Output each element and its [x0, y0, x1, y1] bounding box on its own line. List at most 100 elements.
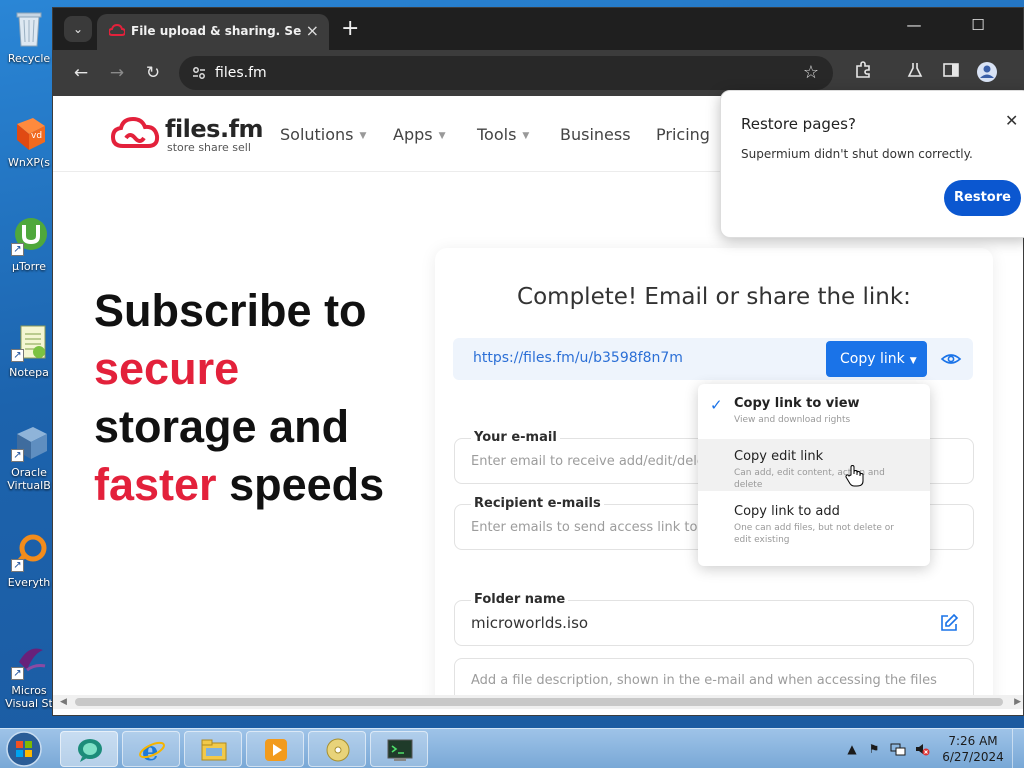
reload-icon[interactable]: ↻ [141, 61, 165, 85]
eye-icon[interactable] [939, 347, 963, 371]
shortcut-arrow-icon: ↗ [11, 449, 24, 462]
tab-strip: ⌄ File upload & sharing. Send la × + — ☐ [53, 8, 1023, 50]
share-card-heading: Complete! Email or share the link: [517, 284, 911, 310]
hero-line: Subscribe to [94, 285, 367, 336]
desktop-icon-label: Micros Visual St [5, 684, 53, 710]
folder-name-field[interactable]: Folder name microworlds.iso [454, 592, 974, 646]
taskbar-clock[interactable]: 7:26 AM 6/27/2024 [938, 733, 1008, 765]
nav-solutions[interactable]: Solutions ▼ [280, 125, 366, 144]
hero-word-accent: faster [94, 459, 217, 510]
maximize-button[interactable]: ☐ [963, 16, 993, 34]
labs-flask-icon[interactable] [903, 61, 927, 85]
desktop-icon-utorrent[interactable]: ↗ µTorre [0, 216, 58, 273]
restore-message: Supermium didn't shut down correctly. [741, 147, 973, 161]
windows-logo-icon [6, 731, 42, 767]
desktop-icon-recycle-bin[interactable]: Recycle [0, 8, 58, 65]
volume-muted-icon[interactable] [914, 741, 930, 757]
desktop-icon-notepad[interactable]: ↗ Notepa [0, 322, 58, 379]
side-panel-icon[interactable] [939, 61, 963, 85]
new-tab-button[interactable]: + [341, 16, 359, 42]
media-player-icon [262, 737, 290, 763]
edit-pencil-icon[interactable] [939, 613, 959, 633]
shortcut-arrow-icon: ↗ [11, 243, 24, 256]
bookmark-star-icon[interactable]: ☆ [803, 62, 819, 83]
taskbar-item-media-player[interactable] [246, 731, 304, 767]
menu-item-title: Copy link to view [734, 396, 860, 411]
description-input[interactable]: Add a file description, shown in the e-m… [471, 673, 951, 688]
nav-pricing[interactable]: Pricing [656, 125, 710, 144]
taskbar-item-terminal[interactable] [370, 731, 428, 767]
utorrent-icon: ↗ [9, 216, 49, 256]
network-icon[interactable] [890, 741, 906, 757]
horizontal-scrollbar[interactable]: ◀ ▶ [53, 695, 1023, 709]
taskbar-item-cd-burner[interactable] [308, 731, 366, 767]
menu-item-copy-view-link[interactable]: ✓ Copy link to view View and download ri… [698, 386, 930, 438]
taskbar-item-internet-explorer[interactable]: e [122, 731, 180, 767]
forward-icon[interactable]: → [105, 61, 129, 85]
back-icon[interactable]: ← [69, 61, 93, 85]
notepad-icon: ↗ [9, 322, 49, 362]
taskbar-item-file-explorer[interactable] [184, 731, 242, 767]
folder-name-value[interactable]: microworlds.iso [471, 614, 588, 632]
menu-item-title: Copy link to add [734, 504, 840, 519]
chevron-down-icon: ⌄ [72, 22, 84, 36]
file-explorer-icon [200, 737, 228, 763]
caret-down-icon: ▼ [359, 131, 367, 141]
minimize-button[interactable]: — [899, 16, 929, 34]
menu-item-desc: View and download rights [734, 415, 851, 425]
tab-search-button[interactable]: ⌄ [64, 16, 92, 42]
hero-line: storage and [94, 401, 350, 452]
copy-link-button[interactable]: Copy link ▼ [826, 341, 927, 377]
restore-button[interactable]: Restore [944, 180, 1021, 216]
logo-tagline: store share sell [167, 141, 251, 154]
menu-item-desc: Can add, edit content, action and delete [734, 468, 885, 490]
menu-item-copy-edit-link[interactable]: Copy edit link Can add, edit content, ac… [698, 439, 930, 491]
tab-close-icon[interactable]: × [306, 21, 319, 40]
site-logo[interactable]: files.fm store share sell [110, 115, 264, 156]
nav-tools[interactable]: Tools ▼ [477, 125, 529, 144]
desktop-icon-everything[interactable]: ↗ Everyth [0, 532, 58, 589]
action-center-flag-icon[interactable]: ⚑ [866, 741, 882, 757]
clock-time: 7:26 AM [948, 734, 998, 748]
start-button[interactable] [4, 730, 44, 768]
files-fm-favicon-icon [107, 23, 127, 38]
terminal-app-icon [386, 737, 414, 763]
close-icon[interactable]: ✕ [1005, 111, 1018, 130]
menu-item-title: Copy edit link [734, 449, 824, 464]
visual-studio-icon: ↗ [9, 640, 49, 680]
tab-title: File upload & sharing. Send la [131, 24, 301, 38]
share-link-url[interactable]: https://files.fm/u/b3598f8n7m [473, 350, 683, 366]
scroll-left-icon[interactable]: ◀ [60, 695, 67, 709]
menu-item-copy-add-link[interactable]: Copy link to add One can add files, but … [698, 494, 930, 546]
address-bar[interactable]: files.fm ☆ [179, 56, 833, 90]
desktop-icon-label: Recycle [7, 52, 51, 65]
menu-item-desc: One can add files, but not delete or edi… [734, 523, 894, 545]
scroll-right-icon[interactable]: ▶ [1014, 695, 1021, 709]
svg-text:vd: vd [31, 131, 42, 141]
tab-active[interactable]: File upload & sharing. Send la × [97, 14, 329, 50]
everything-search-icon: ↗ [9, 532, 49, 572]
taskbar-item-chat[interactable] [60, 731, 118, 767]
taskbar: e ▲ ⚑ 7:26 AM 6/27/2024 [0, 728, 1024, 768]
show-desktop-button[interactable] [1012, 729, 1024, 768]
desktop-icon-oracle-virtualbox[interactable]: ↗ Oracle VirtualB [0, 422, 58, 492]
desktop-icon-visual-studio[interactable]: ↗ Micros Visual St [0, 640, 58, 710]
hero-word: speeds [216, 459, 385, 510]
hero-headline: Subscribe to secure storage and faster s… [94, 282, 424, 514]
tray-expand-icon[interactable]: ▲ [844, 741, 860, 757]
checkmark-icon: ✓ [710, 396, 723, 414]
files-fm-logo-icon [110, 116, 160, 148]
caret-down-icon: ▼ [438, 131, 446, 141]
profile-avatar-icon[interactable] [975, 61, 999, 85]
desktop-icon-label: Oracle VirtualB [7, 466, 51, 492]
site-info-icon[interactable] [191, 65, 207, 81]
file-description-field[interactable]: Add a file description, shown in the e-m… [454, 658, 974, 695]
extensions-icon[interactable] [851, 61, 875, 85]
share-link-bar: https://files.fm/u/b3598f8n7m Copy link ▼ [453, 338, 973, 380]
recycle-bin-icon [9, 8, 49, 48]
desktop-icon-wnxp[interactable]: vd WnXP(s [0, 112, 58, 169]
restore-pages-bubble: Restore pages? ✕ Supermium didn't shut d… [720, 90, 1024, 238]
nav-apps[interactable]: Apps ▼ [393, 125, 446, 144]
nav-business[interactable]: Business [560, 125, 631, 144]
scrollbar-thumb[interactable] [75, 698, 1003, 706]
